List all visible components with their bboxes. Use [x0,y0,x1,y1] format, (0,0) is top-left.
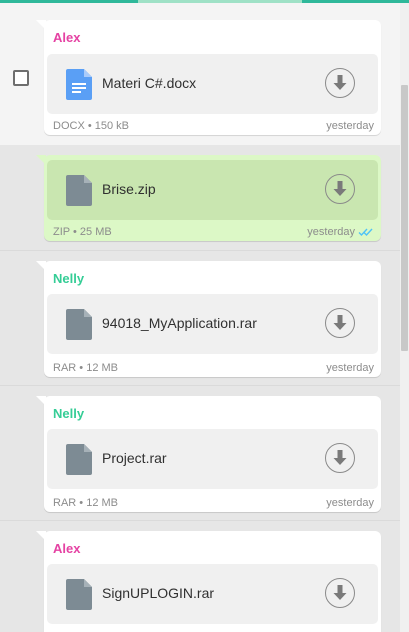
download-arrow-icon [333,315,347,330]
sender-name: Nelly [53,271,85,286]
file-name: 94018_MyApplication.rar [102,315,257,331]
download-arrow-icon [333,585,347,600]
file-attachment[interactable]: SignUPLOGIN.rar [47,564,378,624]
file-name: Brise.zip [102,181,156,197]
message-row[interactable]: Nelly Project.rar RAR • 12 MB yesterday [0,386,400,520]
bubble-tail [36,20,46,30]
bubble-tail [36,396,46,406]
file-size: 12 MB [86,362,119,374]
download-arrow-icon [333,450,347,465]
download-button[interactable] [325,68,355,98]
download-button[interactable] [325,174,355,204]
file-meta: ZIP • 25 MB [53,226,112,238]
file-icon [66,579,92,610]
message-time: yesterday [326,120,374,132]
file-name: SignUPLOGIN.rar [102,585,215,601]
file-attachment[interactable]: Project.rar [47,429,378,489]
select-message-checkbox[interactable] [13,70,29,86]
file-name: Project.rar [102,450,167,466]
message-row[interactable]: Brise.zip ZIP • 25 MB yesterday [0,145,400,250]
message-row[interactable]: Alex SignUPLOGIN.rar [0,521,400,632]
bubble-tail [36,531,46,541]
download-arrow-icon [333,75,347,90]
time-label: yesterday [307,226,355,238]
bubble-tail [36,261,46,271]
file-type: ZIP [53,226,70,238]
message-bubble[interactable]: Alex Materi C#.docx DOCX • 150 kB yester [36,20,381,135]
file-name: Materi C#.docx [102,75,197,91]
scrollbar-thumb[interactable] [401,85,408,351]
message-time: yesterday [326,362,374,374]
message-time: yesterday [307,226,374,238]
meta-separator: • [87,120,92,132]
meta-separator: • [79,497,84,509]
download-button[interactable] [325,578,355,608]
file-size: 12 MB [86,497,119,509]
file-meta: RAR • 12 MB [53,497,118,509]
time-label: yesterday [326,120,374,132]
time-label: yesterday [326,362,374,374]
meta-separator: • [79,362,84,374]
download-button[interactable] [325,443,355,473]
file-type: DOCX [53,120,85,132]
file-attachment[interactable]: Materi C#.docx [47,54,378,114]
message-bubble[interactable]: Nelly 94018_MyApplication.rar RAR • 12 M… [36,261,381,377]
read-ticks-icon [358,228,373,237]
message-bubble[interactable]: Brise.zip ZIP • 25 MB yesterday [36,155,381,241]
download-arrow-icon [333,181,347,196]
message-row[interactable]: Nelly 94018_MyApplication.rar RAR • 12 M… [0,251,400,385]
file-size: 150 kB [94,120,130,132]
scrollbar-track[interactable] [400,3,409,632]
file-meta: DOCX • 150 kB [53,120,129,132]
file-icon [66,309,92,340]
file-attachment[interactable]: Brise.zip [47,160,378,220]
message-row[interactable]: Alex Materi C#.docx DOCX • 150 kB yester [0,3,400,145]
bubble-tail [36,155,46,165]
time-label: yesterday [326,497,374,509]
meta-separator: • [72,226,77,238]
sender-name: Alex [53,541,81,556]
file-icon [66,444,92,475]
message-bubble[interactable]: Nelly Project.rar RAR • 12 MB yesterday [36,396,381,512]
file-size: 25 MB [79,226,112,238]
message-bubble[interactable]: Alex SignUPLOGIN.rar [36,531,381,632]
file-meta: RAR • 12 MB [53,362,118,374]
chat-message-list[interactable]: Alex Materi C#.docx DOCX • 150 kB yester [0,3,400,632]
file-attachment[interactable]: 94018_MyApplication.rar [47,294,378,354]
file-type: RAR [53,497,77,509]
sender-name: Nelly [53,406,85,421]
file-type: RAR [53,362,77,374]
message-time: yesterday [326,497,374,509]
docx-icon [66,69,92,100]
sender-name: Alex [53,30,81,45]
download-button[interactable] [325,308,355,338]
file-icon [66,175,92,206]
